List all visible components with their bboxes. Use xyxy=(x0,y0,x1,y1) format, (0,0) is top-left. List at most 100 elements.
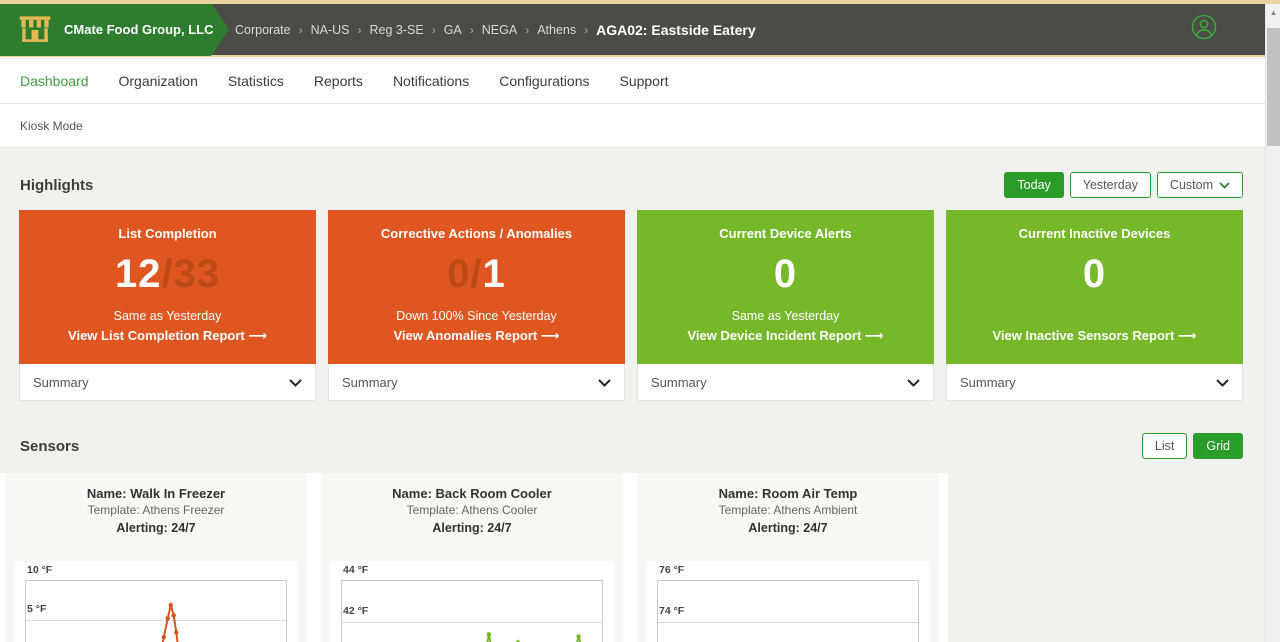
card-subtitle: Down 100% Since Yesterday xyxy=(396,309,557,324)
card-subtitle: Same as Yesterday xyxy=(732,309,840,324)
scrollbar-thumb[interactable] xyxy=(1267,28,1280,146)
y-axis-tick-label: 42 °F xyxy=(343,605,368,617)
tab-notifications[interactable]: Notifications xyxy=(393,73,469,89)
highlight-card-corrective-actions: Corrective Actions / Anomalies 0/1 Down … xyxy=(328,210,625,401)
tab-configurations[interactable]: Configurations xyxy=(499,73,589,89)
sensor-template: Template: Athens Ambient xyxy=(637,503,939,517)
card-title: Current Inactive Devices xyxy=(1019,226,1171,241)
highlight-card-list-completion: List Completion 12/33 Same as Yesterday … xyxy=(19,210,316,401)
y-axis-tick-label: 44 °F xyxy=(343,564,368,576)
card-value: 0/1 xyxy=(447,251,506,297)
highlight-cards-row: List Completion 12/33 Same as Yesterday … xyxy=(19,210,1243,401)
summary-expander[interactable]: Summary xyxy=(637,364,934,401)
tab-reports[interactable]: Reports xyxy=(314,73,363,89)
card-title: List Completion xyxy=(118,226,216,241)
breadcrumb-separator: › xyxy=(584,23,588,37)
sensors-title: Sensors xyxy=(20,438,79,455)
user-circle-icon xyxy=(1191,14,1217,45)
breadcrumb-separator: › xyxy=(525,23,529,37)
view-inactive-sensors-report-link[interactable]: View Inactive Sensors Report ⟶ xyxy=(992,328,1196,344)
user-menu-button[interactable] xyxy=(1191,14,1217,45)
sensor-name: Name: Room Air Temp xyxy=(637,486,939,501)
breadcrumb-item[interactable]: NEGA xyxy=(482,23,517,37)
list-view-button[interactable]: List xyxy=(1142,433,1187,459)
view-anomalies-report-link[interactable]: View Anomalies Report ⟶ xyxy=(393,328,559,344)
sensor-alerting: Alerting: 24/7 xyxy=(637,521,939,535)
yesterday-button[interactable]: Yesterday xyxy=(1070,172,1151,198)
y-axis-tick-label: 76 °F xyxy=(659,564,684,576)
sensor-name: Name: Back Room Cooler xyxy=(321,486,623,501)
chevron-down-icon xyxy=(598,375,611,390)
tab-support[interactable]: Support xyxy=(619,73,668,89)
top-accent-strip xyxy=(0,0,1280,4)
card-value: 0 xyxy=(1083,251,1106,297)
card-title: Corrective Actions / Anomalies xyxy=(381,226,572,241)
sensor-chart: 44 °F42 °F40 °F xyxy=(330,561,614,642)
breadcrumb-item[interactable]: NA-US xyxy=(311,23,350,37)
main-content: Highlights Today Yesterday Custom List C… xyxy=(0,148,1265,642)
company-name: CMate Food Group, LLC xyxy=(64,22,213,37)
view-toggle-buttons: List Grid xyxy=(1142,433,1243,459)
sensor-alerting: Alerting: 24/7 xyxy=(321,521,623,535)
sensor-alerting: Alerting: 24/7 xyxy=(5,521,307,535)
main-nav: Dashboard Organization Statistics Report… xyxy=(0,59,1265,104)
temperature-line xyxy=(342,581,602,642)
scroll-up-arrow[interactable]: ▲ xyxy=(1266,4,1280,20)
breadcrumb-separator: › xyxy=(470,23,474,37)
view-device-incident-report-link[interactable]: View Device Incident Report ⟶ xyxy=(687,328,883,344)
grid-view-button[interactable]: Grid xyxy=(1193,433,1243,459)
app-header: CMate Food Group, LLC Corporate › NA-US … xyxy=(0,4,1265,57)
view-list-completion-report-link[interactable]: View List Completion Report ⟶ xyxy=(68,328,267,344)
breadcrumb-current-location: AGA02: Eastside Eatery xyxy=(596,22,756,38)
sensor-card-back-room-cooler[interactable]: Name: Back Room Cooler Template: Athens … xyxy=(321,473,623,642)
summary-expander[interactable]: Summary xyxy=(19,364,316,401)
chevron-down-icon xyxy=(289,375,302,390)
kiosk-mode-link[interactable]: Kiosk Mode xyxy=(20,119,83,133)
breadcrumb-separator: › xyxy=(432,23,436,37)
highlights-header-row: Highlights Today Yesterday Custom xyxy=(20,172,1243,198)
breadcrumb-item[interactable]: Athens xyxy=(537,23,576,37)
summary-expander[interactable]: Summary xyxy=(946,364,1243,401)
breadcrumb-item[interactable]: GA xyxy=(444,23,462,37)
storefront-icon xyxy=(18,14,52,46)
vertical-scrollbar[interactable]: ▲ xyxy=(1265,4,1280,642)
highlights-title: Highlights xyxy=(20,177,93,194)
sensor-template: Template: Athens Cooler xyxy=(321,503,623,517)
sensor-template: Template: Athens Freezer xyxy=(5,503,307,517)
chart-plot-area xyxy=(657,580,919,642)
summary-expander[interactable]: Summary xyxy=(328,364,625,401)
chevron-down-icon xyxy=(907,375,920,390)
tab-statistics[interactable]: Statistics xyxy=(228,73,284,89)
y-axis-tick-label: 5 °F xyxy=(27,603,46,615)
temperature-line xyxy=(26,581,286,642)
custom-button[interactable]: Custom xyxy=(1157,172,1243,198)
y-axis-tick-label: 74 °F xyxy=(659,605,684,617)
breadcrumb-item[interactable]: Corporate xyxy=(235,23,291,37)
dashboard-page: CMate Food Group, LLC Corporate › NA-US … xyxy=(0,0,1265,642)
sensor-cards-row: Name: Walk In Freezer Template: Athens F… xyxy=(0,473,948,642)
highlight-card-device-alerts: Current Device Alerts 0 Same as Yesterda… xyxy=(637,210,934,401)
sensors-header-row: Sensors List Grid xyxy=(20,433,1243,459)
sensor-chart: 10 °F5 °F0 °F xyxy=(14,561,298,642)
sensor-card-room-air-temp[interactable]: Name: Room Air Temp Template: Athens Amb… xyxy=(637,473,939,642)
sensor-card-walk-in-freezer[interactable]: Name: Walk In Freezer Template: Athens F… xyxy=(5,473,307,642)
card-value: 12/33 xyxy=(115,251,220,297)
card-value: 0 xyxy=(774,251,797,297)
date-range-buttons: Today Yesterday Custom xyxy=(1004,172,1243,198)
chart-plot-area xyxy=(25,580,287,642)
card-title: Current Device Alerts xyxy=(719,226,851,241)
sensor-name: Name: Walk In Freezer xyxy=(5,486,307,501)
y-axis-tick-label: 10 °F xyxy=(27,564,52,576)
tab-organization[interactable]: Organization xyxy=(119,73,198,89)
sensor-chart: 76 °F74 °F72 °F xyxy=(646,561,930,642)
kiosk-mode-bar: Kiosk Mode xyxy=(0,104,1265,148)
breadcrumb-item[interactable]: Reg 3-SE xyxy=(370,23,424,37)
breadcrumb: Corporate › NA-US › Reg 3-SE › GA › NEGA… xyxy=(235,22,756,38)
today-button[interactable]: Today xyxy=(1004,172,1063,198)
highlight-card-inactive-devices: Current Inactive Devices 0 View Inactive… xyxy=(946,210,1243,401)
chevron-down-icon xyxy=(1216,375,1229,390)
chart-plot-area xyxy=(341,580,603,642)
tab-dashboard[interactable]: Dashboard xyxy=(20,73,89,89)
company-logo-block[interactable]: CMate Food Group, LLC xyxy=(0,3,229,56)
card-subtitle: Same as Yesterday xyxy=(114,309,222,324)
